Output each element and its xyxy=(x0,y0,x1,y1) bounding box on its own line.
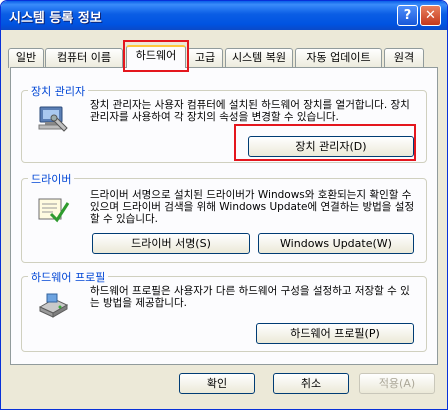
hardware-profile-icon xyxy=(38,293,69,318)
drivers-group-title: 드라이버 xyxy=(28,171,75,187)
device-manager-group-title: 장치 관리자 xyxy=(28,83,89,99)
tab-remote[interactable]: 원격 xyxy=(384,48,424,68)
tab-strip: 일반 컴퓨터 이름 하드웨어 고급 시스템 복원 자동 업데이트 원격 xyxy=(1,45,447,68)
windows-update-button[interactable]: Windows Update(W) xyxy=(258,233,414,254)
ok-button[interactable]: 확인 xyxy=(179,373,255,394)
device-manager-description: 장치 관리자는 사용자 컴퓨터에 설치된 하드웨어 장치를 열거합니다. 장치 … xyxy=(90,99,410,123)
tab-computer-name[interactable]: 컴퓨터 이름 xyxy=(45,48,123,68)
tab-automatic-updates[interactable]: 자동 업데이트 xyxy=(295,48,382,68)
help-button[interactable]: ? xyxy=(397,5,418,26)
drivers-description: 드라이버 서명으로 설치된 드라이버가 Windows와 호환되는지 확인할 수… xyxy=(90,189,415,225)
drivers-group: 드라이버 드라이버 서명으로 설치된 드라이버가 Windows와 호환되는지 … xyxy=(21,171,427,263)
driver-signing-icon xyxy=(38,198,70,223)
device-manager-group: 장치 관리자 장치 관리자는 사용자 컴퓨터에 설치된 하드웨어 장치를 열거합… xyxy=(21,83,427,163)
tab-advanced[interactable]: 고급 xyxy=(187,48,223,68)
hardware-profiles-group: 하드웨어 프로필 하드웨어 프로필은 사용자가 다른 하드웨어 구성을 설정하고… xyxy=(21,269,427,352)
apply-button[interactable]: 적용(A) xyxy=(359,373,435,394)
hardware-profiles-description: 하드웨어 프로필은 사용자가 다른 하드웨어 구성을 설정하고 저장할 수 있는… xyxy=(90,285,410,309)
tab-hardware[interactable]: 하드웨어 xyxy=(126,45,186,68)
device-manager-button[interactable]: 장치 관리자(D) xyxy=(248,136,414,157)
system-properties-dialog: 시스템 등록 정보 ? ✕ 일반 컴퓨터 이름 하드웨어 고급 시스템 복원 자… xyxy=(0,0,448,410)
hardware-profiles-group-title: 하드웨어 프로필 xyxy=(28,269,109,285)
cancel-button[interactable]: 취소 xyxy=(273,373,349,394)
tab-system-restore[interactable]: 시스템 복원 xyxy=(225,48,293,68)
tab-general[interactable]: 일반 xyxy=(8,48,44,68)
title-bar[interactable]: 시스템 등록 정보 ? ✕ xyxy=(1,1,447,30)
device-manager-icon xyxy=(38,106,68,132)
window-title: 시스템 등록 정보 xyxy=(9,11,102,26)
hardware-profiles-button[interactable]: 하드웨어 프로필(P) xyxy=(256,323,414,344)
driver-signing-button[interactable]: 드라이버 서명(S) xyxy=(92,233,250,254)
hardware-tab-panel: 장치 관리자 장치 관리자는 사용자 컴퓨터에 설치된 하드웨어 장치를 열거합… xyxy=(10,67,438,365)
close-button[interactable]: ✕ xyxy=(420,5,441,26)
